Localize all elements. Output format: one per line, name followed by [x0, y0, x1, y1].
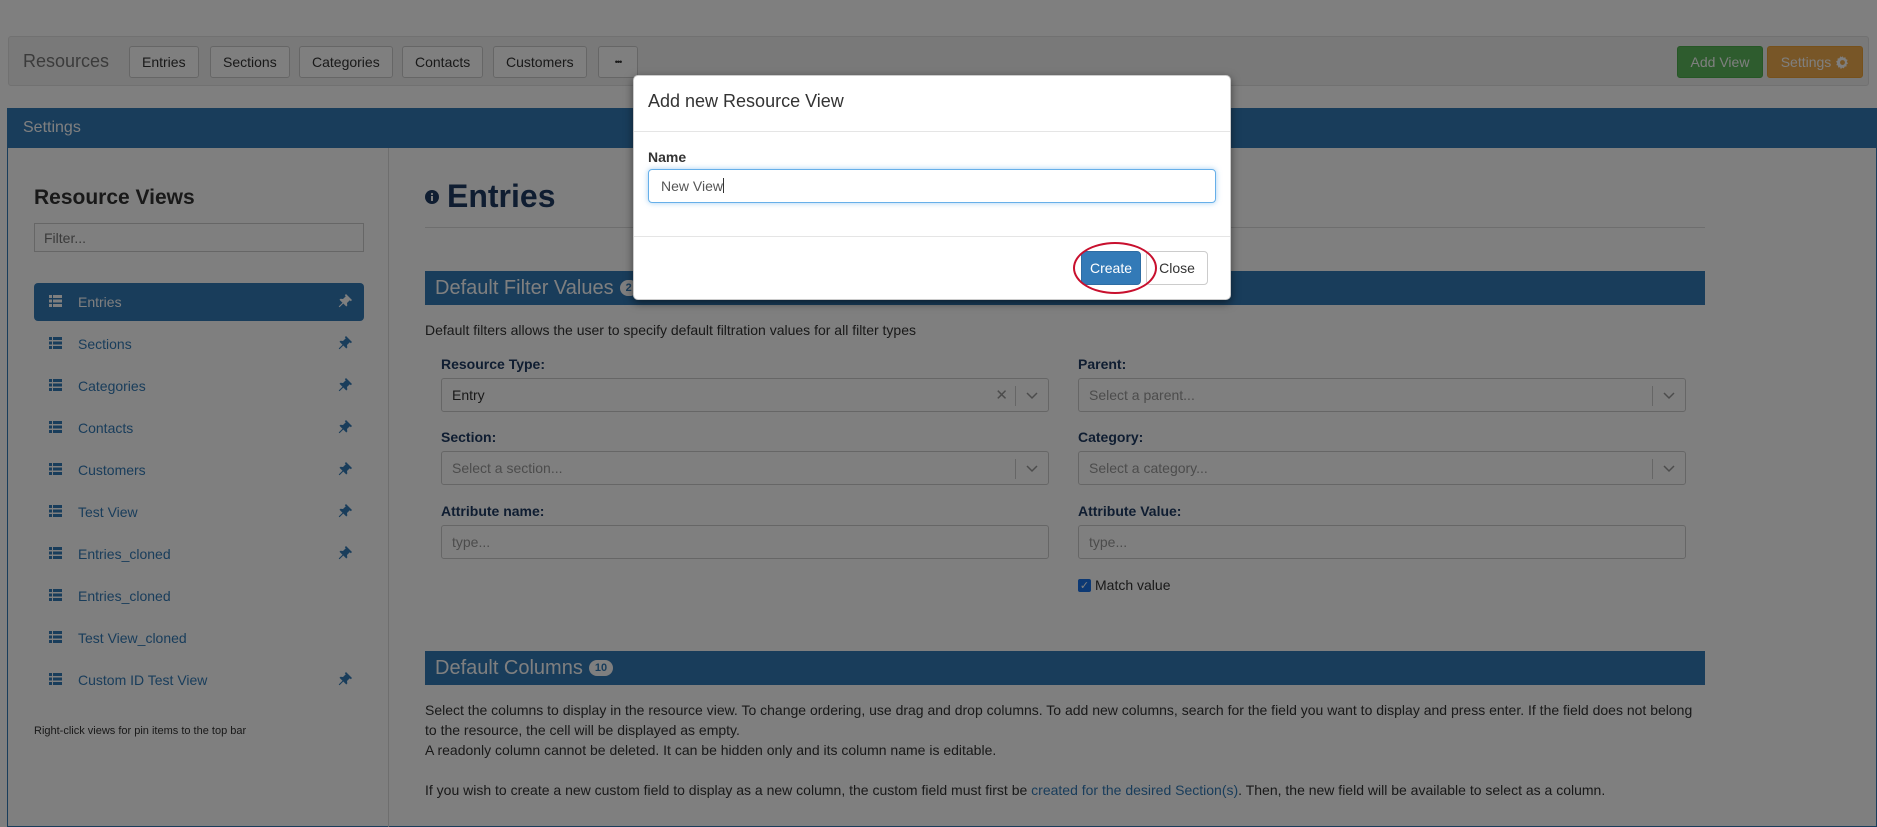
modal-footer: Create Close — [634, 236, 1230, 301]
text-caret — [723, 178, 724, 193]
modal-title: Add new Resource View — [634, 76, 1230, 132]
name-input-value: New View — [661, 178, 723, 194]
name-input[interactable]: New View — [648, 169, 1216, 203]
add-view-modal: Add new Resource View Name New View Crea… — [633, 75, 1231, 300]
modal-body: Name New View — [634, 132, 1230, 212]
highlight-circle — [1073, 242, 1157, 294]
name-label: Name — [648, 149, 687, 165]
